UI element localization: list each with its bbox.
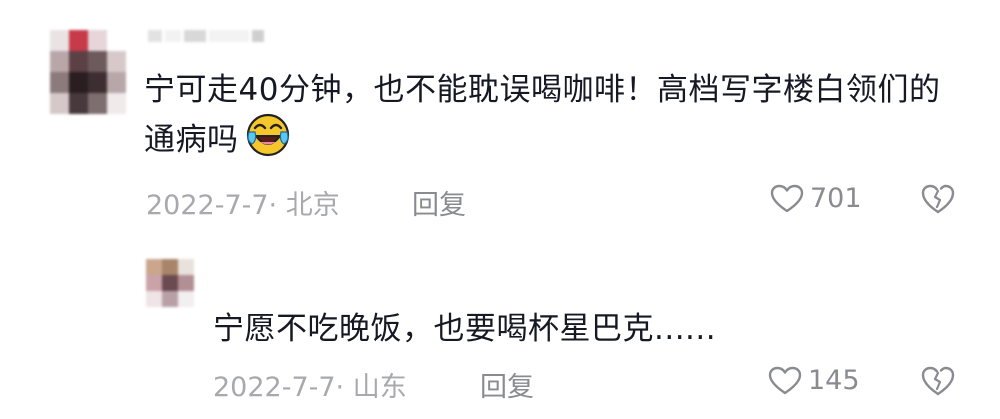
reply-button[interactable]: 回复 <box>412 183 466 222</box>
like-button[interactable]: 701 <box>770 183 862 214</box>
comment-body: 宁可走40分钟，也不能耽误喝咖啡！高档写字楼白领们的通病吗 <box>144 69 964 162</box>
heart-icon <box>770 184 804 212</box>
reply-body: 宁愿不吃晚饭，也要喝杯星巴克...... <box>213 311 717 347</box>
reply-like-count: 145 <box>808 365 860 396</box>
avatar[interactable] <box>50 30 126 114</box>
laughing-crying-emoji-icon <box>246 113 289 157</box>
reply-date-location: 2022-7-7· 山东 <box>213 372 407 403</box>
username[interactable] <box>148 30 264 42</box>
comment-thread: 宁可走40分钟，也不能耽误喝咖啡！高档写字楼白领们的通病吗 2022-7-7· … <box>0 0 1000 419</box>
reply-dislike-button[interactable] <box>920 365 956 401</box>
broken-heart-icon <box>921 184 955 214</box>
like-count: 701 <box>810 183 862 214</box>
broken-heart-icon <box>921 366 955 396</box>
reply-reply-button[interactable]: 回复 <box>480 365 534 404</box>
reply-avatar[interactable] <box>146 259 194 307</box>
heart-icon <box>768 366 802 394</box>
reply-like-button[interactable]: 145 <box>768 365 860 396</box>
comment-date-location: 2022-7-7· 北京 <box>146 190 340 221</box>
dislike-button[interactable] <box>920 183 956 219</box>
